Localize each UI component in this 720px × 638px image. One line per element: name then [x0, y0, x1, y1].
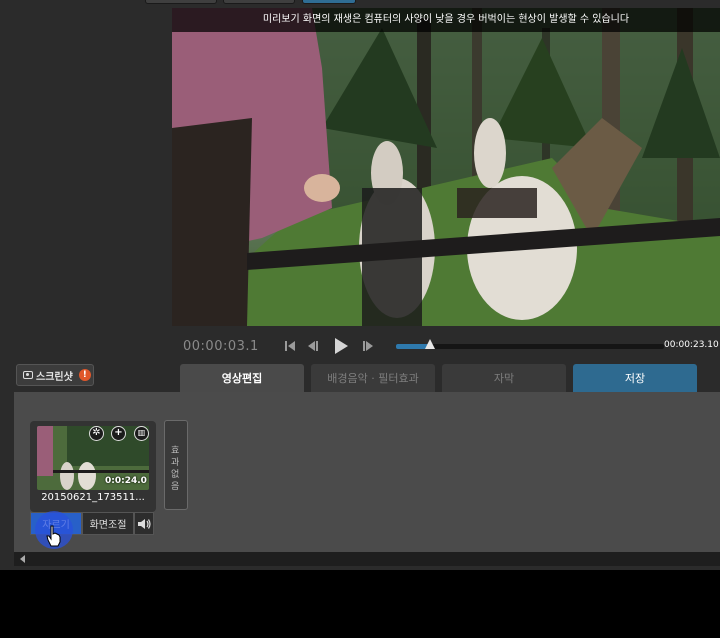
effect-slot[interactable]: 효과없음 — [164, 420, 188, 510]
speaker-icon — [138, 518, 151, 529]
player-controls: 00:00:03.1 00:00:23.10 — [172, 326, 720, 366]
timeline-scrollbar[interactable] — [14, 552, 720, 566]
clip-filename: 20150621_173511... — [41, 492, 145, 503]
tab-video-edit[interactable]: 영상편집 — [180, 364, 304, 392]
step-forward-icon[interactable] — [361, 338, 377, 354]
video-preview[interactable]: 미리보기 화면의 재생은 컴퓨터의 사양이 낮을 경우 버벅이는 현상이 발생할… — [172, 8, 720, 326]
toolbar-button-stub[interactable] — [302, 0, 356, 4]
volume-button[interactable] — [134, 512, 154, 535]
total-time-readout: 00:00:23.10 — [664, 340, 719, 350]
video-editor-app: 미리보기 화면의 재생은 컴퓨터의 사양이 낮을 경우 버벅이는 현상이 발생할… — [0, 0, 720, 570]
toolbar-button-stub[interactable] — [223, 0, 295, 4]
preview-notice-banner: 미리보기 화면의 재생은 컴퓨터의 사양이 낮을 경우 버벅이는 현상이 발생할… — [172, 8, 720, 32]
delete-icon[interactable]: ▥ — [134, 426, 149, 441]
tab-subtitle[interactable]: 자막 — [442, 364, 566, 392]
current-time-readout: 00:00:03.1 — [183, 339, 259, 354]
step-back-icon[interactable] — [304, 338, 320, 354]
add-icon[interactable]: + — [111, 426, 126, 441]
tab-save[interactable]: 저장 — [573, 364, 697, 392]
seek-thumb[interactable] — [424, 339, 435, 349]
play-icon[interactable] — [332, 336, 350, 356]
clip-duration: 0:0:24.0 — [105, 476, 147, 486]
info-icon[interactable]: ! — [78, 369, 91, 381]
tab-music-filter[interactable]: 배경음악 · 필터효과 — [311, 364, 435, 392]
effect-slot-label: 효과없음 — [171, 446, 180, 492]
hand-cursor-icon — [46, 525, 61, 547]
seek-bar[interactable] — [396, 339, 664, 349]
adjust-screen-button[interactable]: 화면조절 — [82, 512, 134, 535]
scroll-left-icon[interactable] — [20, 555, 25, 563]
skip-start-icon[interactable] — [283, 338, 297, 354]
screenshot-button[interactable]: 스크린샷 ! — [16, 364, 94, 386]
settings-icon[interactable]: ✲ — [89, 426, 104, 441]
toolbar-button-stub[interactable] — [145, 0, 217, 4]
screenshot-label: 스크린샷 — [36, 371, 73, 383]
camera-icon — [23, 371, 33, 379]
preview-frame-image — [172, 8, 720, 326]
